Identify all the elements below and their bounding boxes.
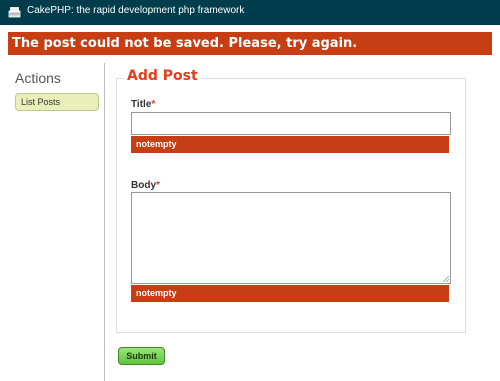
body-label: Body* [131,180,160,191]
body-textarea[interactable] [131,192,451,284]
title-error-message: notempty [131,136,449,153]
body-error-message: notempty [131,285,449,302]
flash-error-message: The post could not be saved. Please, try… [8,32,492,55]
list-posts-button[interactable]: List Posts [15,93,99,111]
header-title: CakePHP: the rapid development php frame… [27,5,245,16]
required-mark: * [156,180,160,191]
cake-logo-icon [8,7,21,18]
required-mark: * [151,99,156,110]
title-input[interactable] [131,112,451,135]
form-legend: Add Post [124,68,201,84]
app-header: CakePHP: the rapid development php frame… [0,0,500,25]
resize-grip-icon[interactable] [442,275,449,282]
submit-button[interactable]: Submit [118,347,165,365]
sidebar-divider [104,63,105,381]
actions-heading: Actions [15,70,61,86]
title-label: Title* [131,99,156,110]
